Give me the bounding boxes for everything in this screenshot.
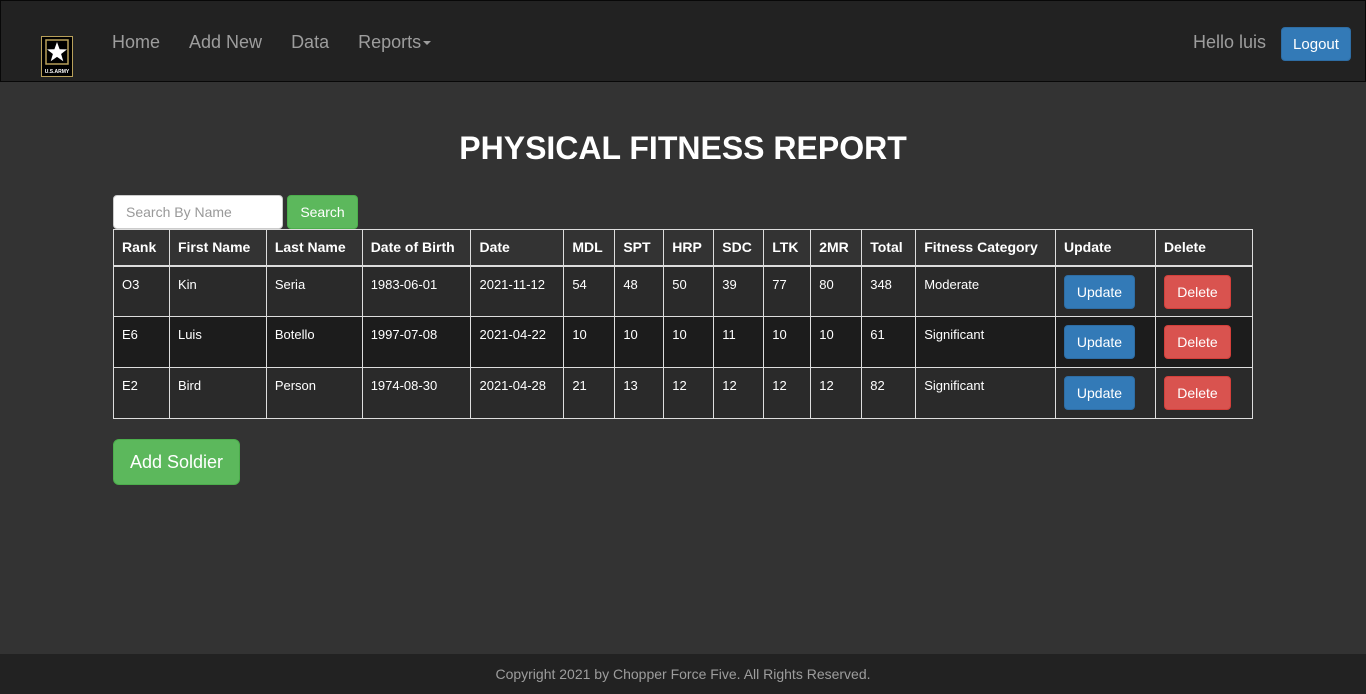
cell-rank: E2 [113,367,170,419]
col-header-spt: SPT [614,229,665,267]
delete-button[interactable]: Delete [1163,274,1231,309]
cell-spt: 10 [614,316,665,368]
cell-last-name: Seria [265,265,363,317]
cell-update: Update [1054,316,1156,368]
delete-button[interactable]: Delete [1163,376,1231,410]
add-soldier-button[interactable]: Add Soldier [113,439,240,485]
cell-mdl: 21 [563,367,616,419]
cell-update: Update [1054,265,1156,317]
nav-add-new[interactable]: Add New [189,32,262,52]
cell-total: 61 [861,316,917,368]
cell-sdc: 39 [713,265,765,317]
col-header-ltk: LTK [763,229,812,267]
col-header-sdc: SDC [713,229,765,267]
nav-home[interactable]: Home [112,32,160,52]
cell-mdl: 10 [563,316,616,368]
cell-fitness-category: Moderate [915,265,1056,317]
cell-spt: 13 [614,367,665,419]
cell-mdl: 54 [563,265,616,317]
delete-button[interactable]: Delete [1163,325,1231,359]
top-navbar: U.S.ARMY Home Add New Data Reports Hello… [0,0,1366,82]
fitness-table: Rank First Name Last Name Date of Birth … [113,229,1254,419]
logo-text: U.S.ARMY [44,69,70,75]
cell-date: 2021-04-28 [470,367,565,419]
cell-sdc: 11 [713,316,765,368]
nav-reports-label: Reports [358,32,422,52]
col-header-mdl: MDL [563,229,616,267]
cell-delete: Delete [1154,265,1254,317]
cell-spt: 48 [614,265,665,317]
col-header-total: Total [861,229,917,267]
cell-ltk: 12 [763,367,812,419]
cell-ltk: 77 [763,265,812,317]
cell-hrp: 10 [663,316,715,368]
cell-dob: 1983-06-01 [361,265,472,317]
cell-2mr: 12 [810,367,863,419]
logout-button[interactable]: Logout [1281,27,1351,61]
cell-hrp: 12 [663,367,715,419]
cell-delete: Delete [1154,316,1254,368]
cell-sdc: 12 [713,367,765,419]
us-army-star-icon [45,39,69,65]
cell-first-name: Bird [168,367,267,419]
col-header-dob: Date of Birth [361,229,472,267]
cell-total: 348 [861,265,917,317]
user-greeting: Hello luis [1193,32,1267,52]
col-header-fitness-category: Fitness Category [915,229,1056,267]
nav-data[interactable]: Data [291,32,329,52]
page-title: PHYSICAL FITNESS REPORT [459,130,907,166]
cell-2mr: 80 [810,265,863,317]
copyright-text: Copyright 2021 by Chopper Force Five. Al… [495,666,871,682]
table-row: O3 Kin Seria 1983-06-01 2021-11-12 54 48… [113,265,1254,317]
col-header-date: Date [470,229,565,267]
cell-delete: Delete [1154,367,1254,419]
cell-rank: O3 [113,265,170,317]
update-button[interactable]: Update [1063,376,1135,410]
army-logo[interactable]: U.S.ARMY [41,36,73,77]
col-header-rank: Rank [113,229,170,267]
col-header-hrp: HRP [663,229,715,267]
col-header-update: Update [1054,229,1156,267]
cell-last-name: Botello [265,316,363,368]
search-button[interactable]: Search [287,195,358,229]
nav-links: Home Add New Data Reports [112,32,460,52]
col-header-last-name: Last Name [265,229,363,267]
cell-first-name: Kin [168,265,267,317]
caret-down-icon [423,41,432,46]
cell-update: Update [1054,367,1156,419]
col-header-first-name: First Name [168,229,267,267]
cell-total: 82 [861,367,917,419]
nav-reports-dropdown[interactable]: Reports [358,32,432,52]
update-button[interactable]: Update [1063,274,1135,309]
col-header-2mr: 2MR [810,229,863,267]
cell-ltk: 10 [763,316,812,368]
table-row: E6 Luis Botello 1997-07-08 2021-04-22 10… [113,316,1254,368]
table-header-row: Rank First Name Last Name Date of Birth … [113,229,1254,267]
cell-fitness-category: Significant [915,316,1056,368]
cell-date: 2021-11-12 [470,265,565,317]
cell-fitness-category: Significant [915,367,1056,419]
cell-2mr: 10 [810,316,863,368]
footer: Copyright 2021 by Chopper Force Five. Al… [0,654,1366,694]
update-button[interactable]: Update [1063,325,1135,359]
cell-hrp: 50 [663,265,715,317]
cell-first-name: Luis [168,316,267,368]
cell-dob: 1974-08-30 [361,367,472,419]
table-row: E2 Bird Person 1974-08-30 2021-04-28 21 … [113,367,1254,419]
cell-rank: E6 [113,316,170,368]
col-header-delete: Delete [1154,229,1254,267]
cell-dob: 1997-07-08 [361,316,472,368]
cell-date: 2021-04-22 [470,316,565,368]
search-input[interactable] [113,195,283,229]
cell-last-name: Person [265,367,363,419]
